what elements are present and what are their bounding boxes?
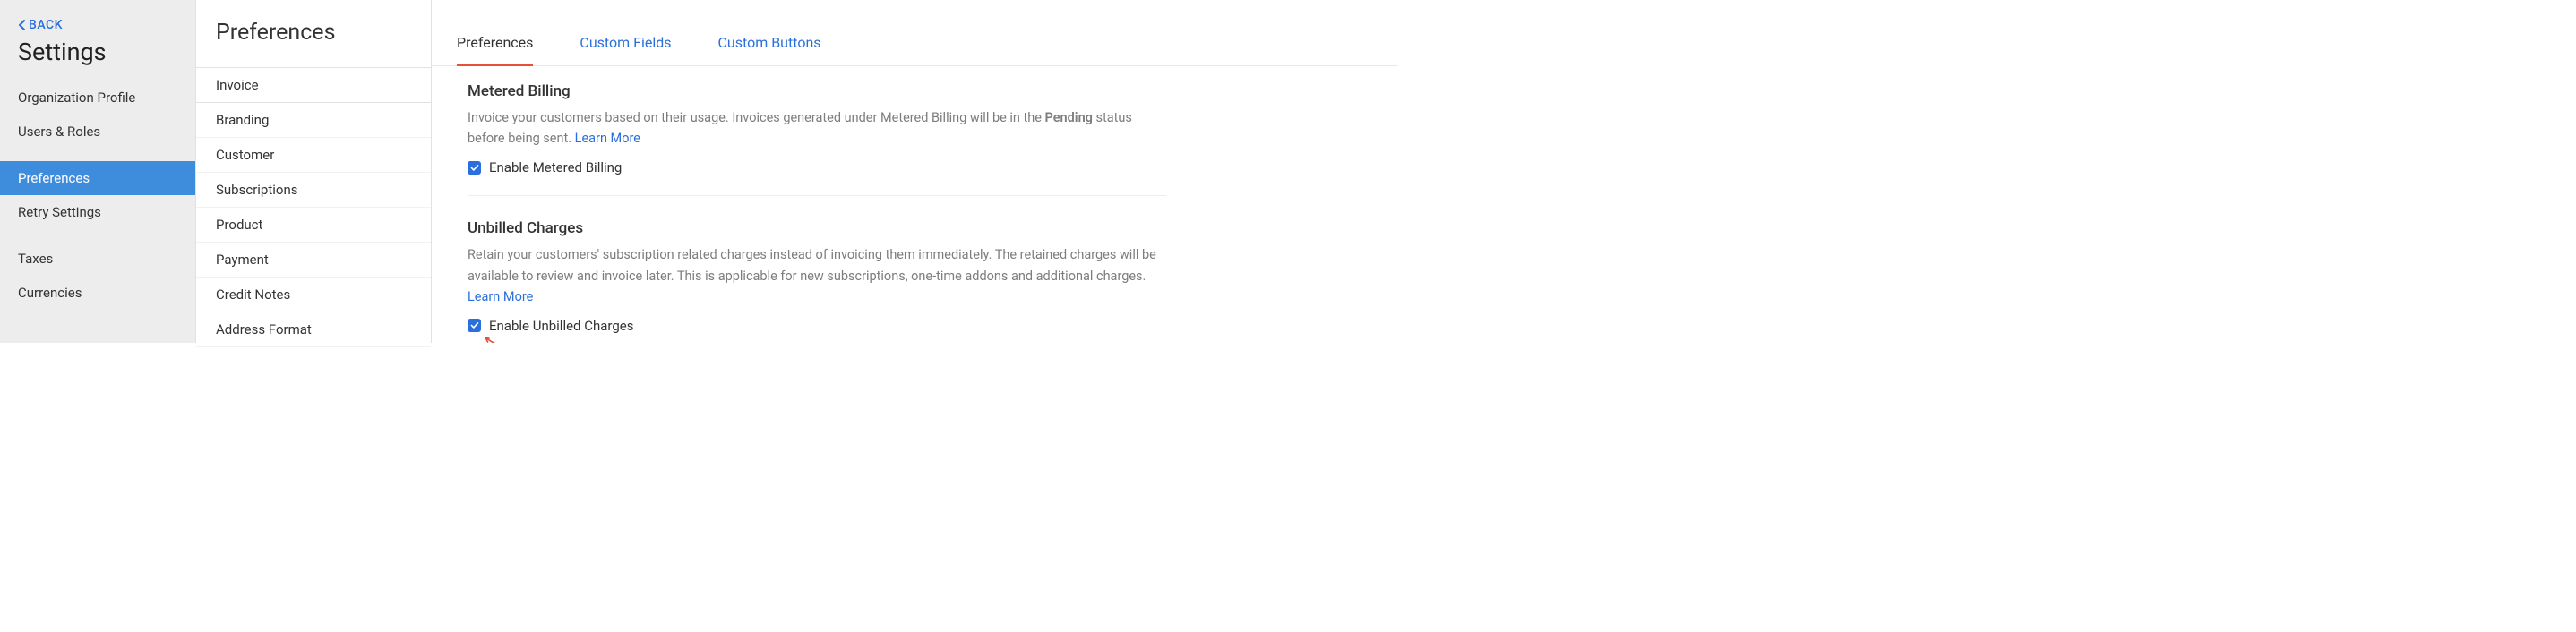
unbilled-charges-title: Unbilled Charges xyxy=(468,219,1166,237)
unbilled-charges-section: Unbilled Charges Retain your customers' … xyxy=(468,219,1166,343)
enable-metered-billing-checkbox[interactable] xyxy=(468,161,481,175)
annotation-arrow-icon xyxy=(480,334,521,343)
subnav-item-customer[interactable]: Customer xyxy=(196,138,431,173)
sidebar-item-retry-settings[interactable]: Retry Settings xyxy=(0,195,195,229)
subnav-item-invoice[interactable]: Invoice xyxy=(196,67,431,103)
subnav-item-address-format[interactable]: Address Format xyxy=(196,312,431,347)
tab-custom-buttons[interactable]: Custom Buttons xyxy=(718,21,821,66)
sidebar-item-organization-profile[interactable]: Organization Profile xyxy=(0,81,195,115)
back-link[interactable]: BACK xyxy=(0,18,195,38)
sidebar-item-users-roles[interactable]: Users & Roles xyxy=(0,115,195,149)
tab-custom-fields[interactable]: Custom Fields xyxy=(580,21,671,66)
metered-desc-pending: Pending xyxy=(1045,110,1093,125)
metered-checkbox-row: Enable Metered Billing xyxy=(468,159,1166,175)
subnav-item-product[interactable]: Product xyxy=(196,208,431,243)
unbilled-charges-description: Retain your customers' subscription rela… xyxy=(468,244,1166,307)
sidebar-item-preferences[interactable]: Preferences xyxy=(0,161,195,195)
metered-billing-description: Invoice your customers based on their us… xyxy=(468,107,1166,149)
tab-preferences[interactable]: Preferences xyxy=(457,21,533,66)
enable-unbilled-charges-checkbox[interactable] xyxy=(468,319,481,332)
metered-billing-title: Metered Billing xyxy=(468,82,1166,100)
content: Metered Billing Invoice your customers b… xyxy=(432,66,1398,343)
sidebar-item-taxes[interactable]: Taxes xyxy=(0,242,195,276)
subnav-item-subscriptions[interactable]: Subscriptions xyxy=(196,173,431,208)
back-label: BACK xyxy=(29,18,63,32)
subnav-item-branding[interactable]: Branding xyxy=(196,103,431,138)
subnav-item-credit-notes[interactable]: Credit Notes xyxy=(196,278,431,312)
unbilled-learn-more-link[interactable]: Learn More xyxy=(468,289,533,304)
checkmark-icon xyxy=(470,164,479,172)
settings-sidebar: BACK Settings Organization Profile Users… xyxy=(0,0,195,343)
enable-unbilled-charges-label: Enable Unbilled Charges xyxy=(489,318,633,334)
metered-learn-more-link[interactable]: Learn More xyxy=(575,131,640,146)
unbilled-checkbox-row: Enable Unbilled Charges xyxy=(468,318,1166,334)
chevron-left-icon xyxy=(18,20,27,30)
unbilled-desc-text: Retain your customers' subscription rela… xyxy=(468,247,1156,283)
tabs: Preferences Custom Fields Custom Buttons xyxy=(432,0,1398,66)
settings-title: Settings xyxy=(0,38,195,81)
preferences-subnav: Preferences Invoice Branding Customer Su… xyxy=(195,0,432,343)
enable-metered-billing-label: Enable Metered Billing xyxy=(489,159,622,175)
main-content: Preferences Custom Fields Custom Buttons… xyxy=(432,0,1398,343)
subnav-item-payment[interactable]: Payment xyxy=(196,243,431,278)
metered-billing-section: Metered Billing Invoice your customers b… xyxy=(468,82,1166,196)
metered-desc-text-a: Invoice your customers based on their us… xyxy=(468,110,1045,125)
checkmark-icon xyxy=(470,321,479,329)
preferences-subnav-title: Preferences xyxy=(196,0,431,67)
sidebar-item-currencies[interactable]: Currencies xyxy=(0,276,195,310)
